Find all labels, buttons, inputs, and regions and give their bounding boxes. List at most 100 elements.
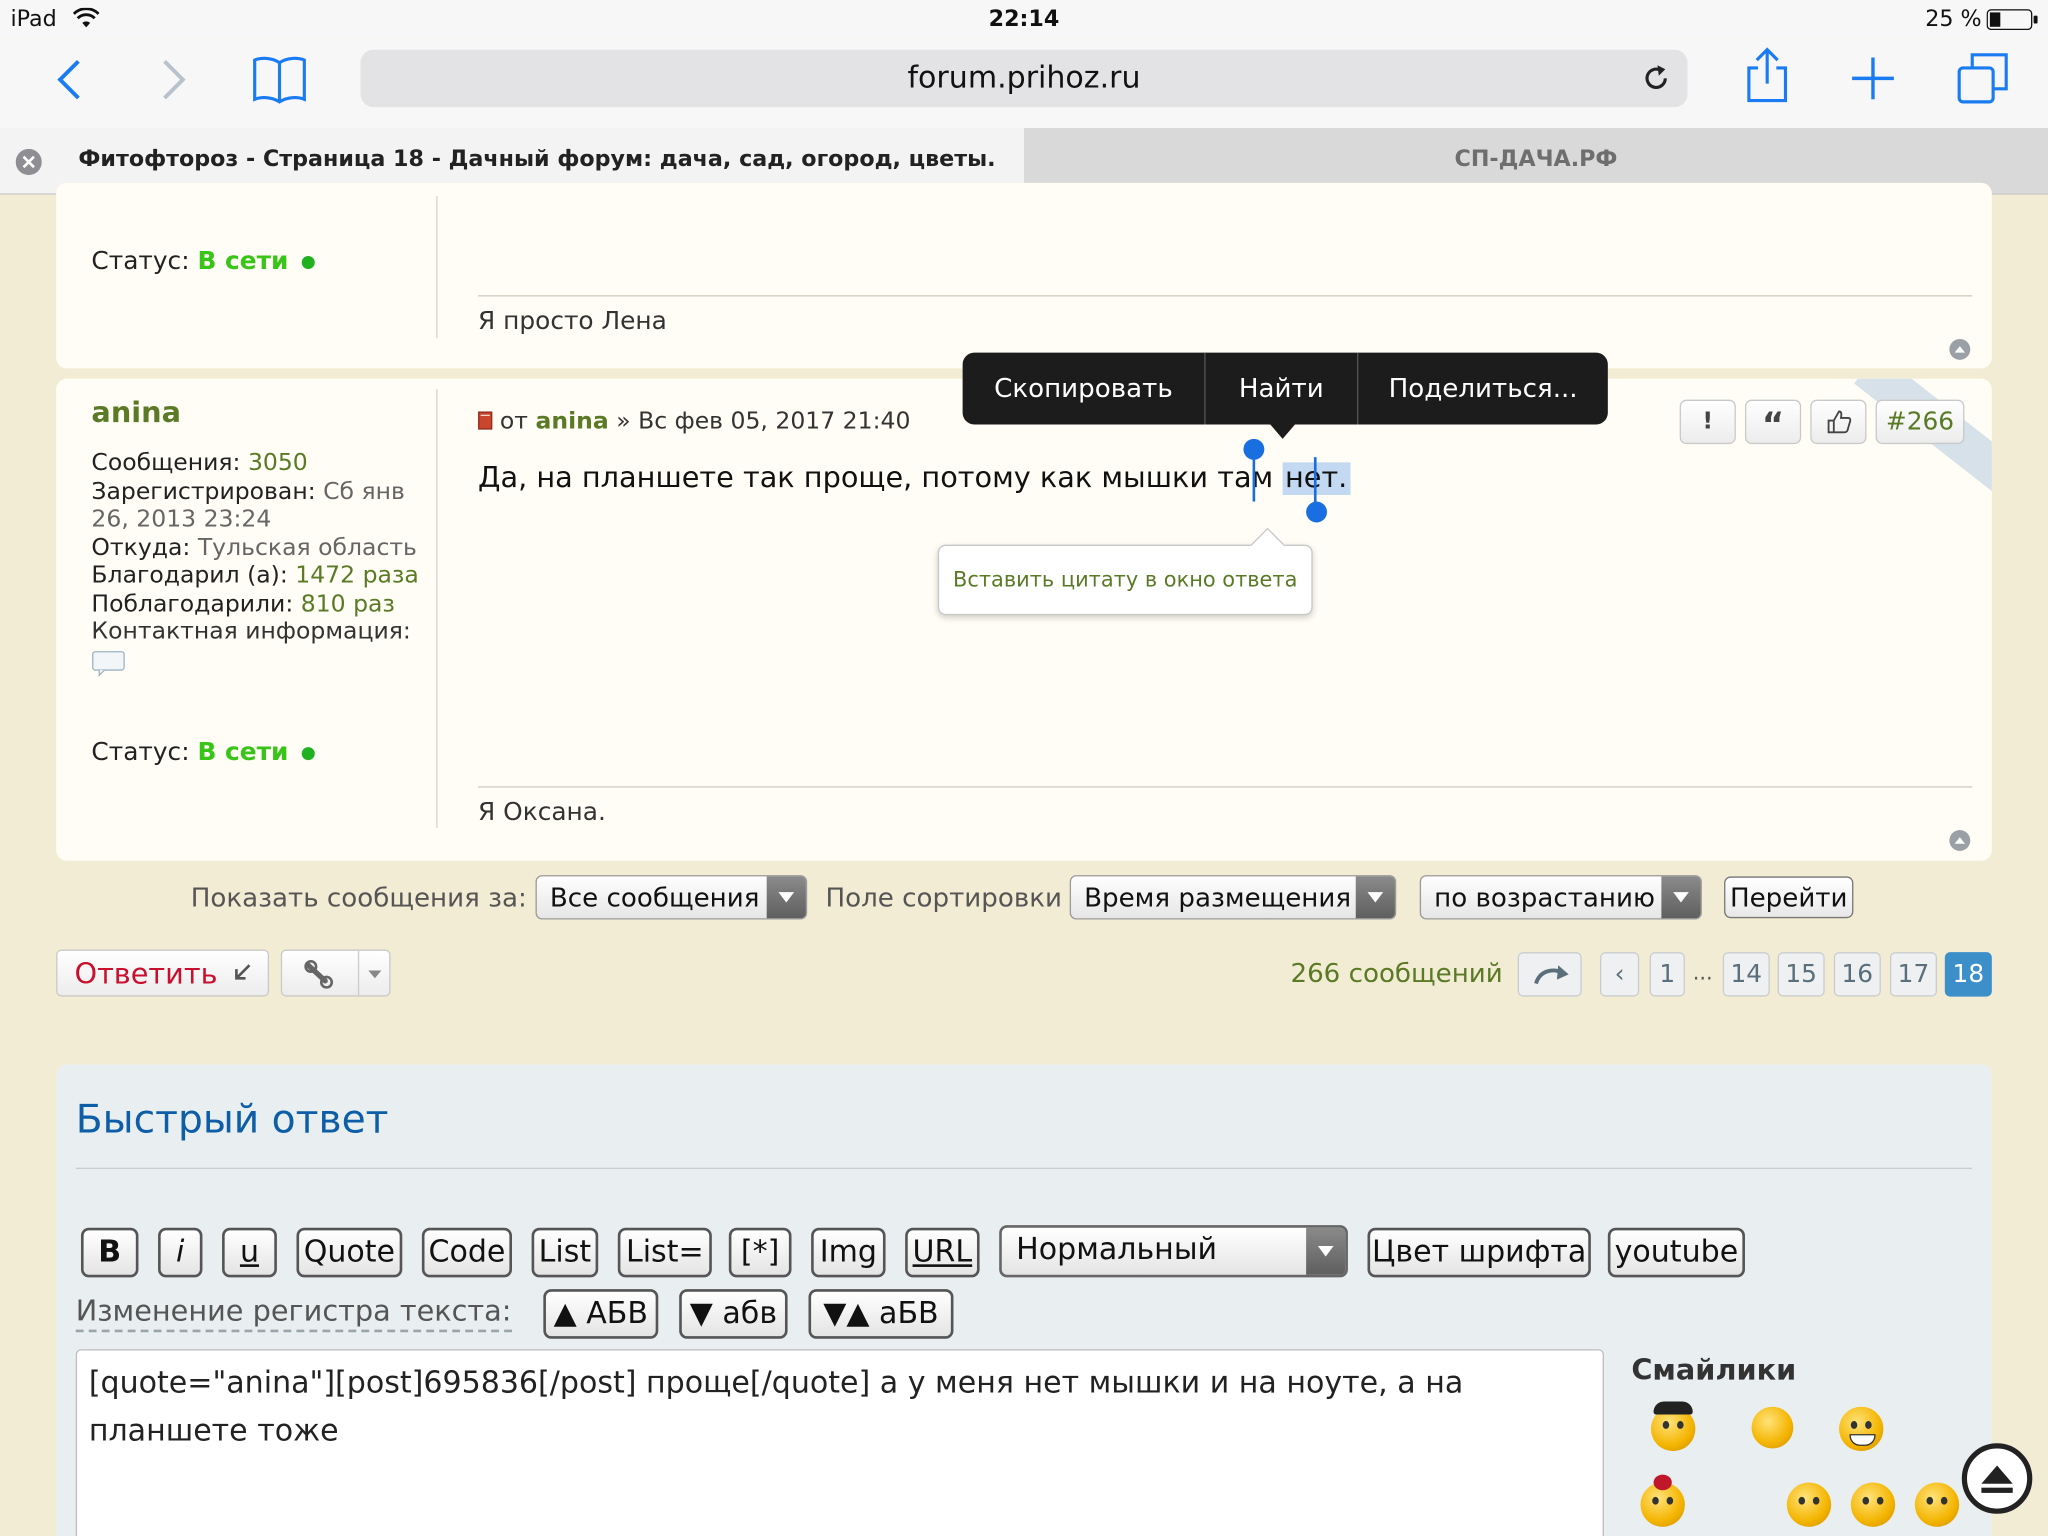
previous-post: Статус: В сети Я просто Лена: [56, 182, 1992, 369]
user-status: Статус: В сети: [91, 737, 315, 767]
quote-button[interactable]: “: [1744, 399, 1802, 445]
font-size-value: Нормальный: [1016, 1232, 1218, 1267]
pm-message-icon[interactable]: [91, 650, 125, 677]
smiley-happy-icon[interactable]: [1850, 1482, 1896, 1527]
show-messages-value: Все сообщения: [549, 881, 760, 913]
page-link[interactable]: 1: [1649, 952, 1685, 997]
jump-arrow-icon: [1532, 963, 1571, 987]
img-button[interactable]: Img: [811, 1227, 886, 1278]
uppercase-button[interactable]: ▲ АБВ: [543, 1289, 659, 1339]
post-meta-author[interactable]: anina: [535, 408, 608, 435]
tab-title: Фитофтороз - Страница 18 - Дачный форум:…: [78, 146, 996, 173]
smiley-wink-icon[interactable]: [1914, 1482, 1960, 1527]
post-number-link[interactable]: #266: [1875, 399, 1965, 445]
message-textarea[interactable]: [quote="anina"][post]695836[/post] проще…: [75, 1349, 1604, 1536]
scroll-top-button[interactable]: [1961, 1443, 2033, 1514]
list-button[interactable]: List: [531, 1227, 599, 1278]
smiley-spy-icon[interactable]: [1650, 1401, 1696, 1452]
battery-icon: [1986, 9, 2039, 31]
status-label: Статус:: [91, 246, 190, 276]
lowercase-button[interactable]: ▼ абв: [679, 1289, 788, 1339]
post-date: » Вс фев 05, 2017 21:40: [616, 407, 911, 435]
forward-icon[interactable]: [157, 57, 191, 101]
profile-divider: [436, 195, 438, 339]
list-item-button[interactable]: [*]: [728, 1227, 792, 1278]
tools-dropdown[interactable]: [280, 949, 391, 997]
insert-quote-link[interactable]: Вставить цитату в окно ответа: [939, 567, 1311, 592]
signature: Я просто Лена: [478, 306, 667, 336]
page-link[interactable]: 14: [1722, 952, 1770, 997]
report-button[interactable]: !: [1679, 399, 1736, 445]
page-current[interactable]: 18: [1944, 952, 1992, 997]
battery-percent: 25 %: [1925, 6, 1982, 33]
underline-button[interactable]: u: [222, 1227, 277, 1278]
back-to-top-icon[interactable]: [1949, 338, 1971, 360]
invert-case-button[interactable]: ▼▲ аБВ: [808, 1289, 954, 1339]
smiley-grin-icon[interactable]: [1786, 1482, 1832, 1527]
title-divider: [75, 1167, 1973, 1169]
chevron-down-icon: [368, 970, 382, 979]
signature-divider: [478, 295, 1973, 297]
tab-title: СП-ДАЧА.РФ: [1454, 146, 1618, 173]
share-icon[interactable]: [1745, 47, 1789, 104]
chevron-down-icon: [766, 876, 806, 919]
reply-button-label: Ответить: [74, 958, 218, 992]
show-messages-select[interactable]: Все сообщения: [535, 875, 808, 920]
post-author-name[interactable]: anina: [91, 397, 181, 430]
profile-row: Откуда: Тульская область: [91, 533, 417, 561]
sort-field-select[interactable]: Время размещения: [1069, 875, 1397, 920]
page-link[interactable]: 16: [1833, 952, 1881, 997]
go-button[interactable]: Перейти: [1724, 876, 1854, 919]
user-status: Статус: В сети: [91, 246, 315, 276]
sort-order-select[interactable]: по возрастанию: [1419, 875, 1702, 920]
online-dot: [301, 255, 315, 269]
thanks-button[interactable]: [1810, 399, 1867, 445]
address-bar[interactable]: forum.prihoz.ru: [360, 49, 1688, 108]
youtube-button[interactable]: youtube: [1607, 1227, 1745, 1278]
case-change-label: Изменение регистра текста:: [75, 1296, 512, 1333]
page-link[interactable]: 17: [1889, 952, 1937, 997]
ordered-list-button[interactable]: List=: [617, 1227, 712, 1278]
bookmarks-icon[interactable]: [251, 55, 308, 105]
clock: 22:14: [988, 6, 1060, 33]
font-size-select[interactable]: Нормальный: [999, 1225, 1348, 1278]
back-to-top-icon[interactable]: [1949, 829, 1971, 851]
reload-icon[interactable]: [1640, 63, 1671, 94]
url-button[interactable]: URL: [905, 1227, 980, 1278]
wrench-icon: [303, 959, 337, 989]
smiley-plain-icon[interactable]: [1751, 1406, 1794, 1449]
chevron-down-icon: [1355, 876, 1395, 919]
menu-item-copy[interactable]: Скопировать: [963, 353, 1205, 425]
sort-order-value: по возрастанию: [1434, 881, 1655, 913]
arrow-up-icon: [1977, 1459, 2016, 1498]
reply-button[interactable]: Ответить: [56, 949, 270, 997]
status-online: В сети: [197, 737, 289, 767]
menu-item-share[interactable]: Поделиться...: [1358, 353, 1607, 425]
font-color-button[interactable]: Цвет шрифта: [1367, 1227, 1591, 1278]
sort-field-label: Поле сортировки: [825, 881, 1062, 913]
profile-divider: [436, 389, 438, 829]
status-label: Статус:: [91, 737, 190, 767]
bold-button[interactable]: B: [80, 1227, 139, 1278]
jump-to-page-button[interactable]: [1517, 952, 1582, 997]
smiley-rose-icon[interactable]: [1640, 1474, 1685, 1527]
contact-label: Контактная информация:: [91, 617, 411, 646]
selection-handle-start-knob[interactable]: [1243, 438, 1265, 460]
smiley-laugh-icon[interactable]: [1839, 1406, 1884, 1452]
quote-bbcode-button[interactable]: Quote: [296, 1227, 403, 1278]
italic-button[interactable]: i: [158, 1227, 203, 1278]
menu-item-find[interactable]: Найти: [1206, 353, 1358, 425]
profile-row: Зарегистрирован: Сб янв: [91, 477, 405, 505]
post-content[interactable]: Да, на планшете так проще, потому как мы…: [478, 462, 1350, 495]
user-profile-details: Сообщения: 3050 Зарегистрирован: Сб янв …: [91, 449, 436, 646]
page-link[interactable]: 15: [1777, 952, 1825, 997]
new-tab-icon[interactable]: [1849, 55, 1896, 102]
code-button[interactable]: Code: [421, 1227, 512, 1278]
close-tab-icon[interactable]: [15, 148, 42, 176]
quote-tooltip[interactable]: Вставить цитату в окно ответа: [937, 527, 1313, 616]
back-icon[interactable]: [52, 57, 86, 101]
tabs-icon[interactable]: [1957, 52, 2009, 104]
quick-reply-title: Быстрый ответ: [75, 1097, 389, 1143]
selection-handle-end-knob[interactable]: [1306, 501, 1328, 523]
prev-page-button[interactable]: ‹: [1599, 952, 1640, 997]
